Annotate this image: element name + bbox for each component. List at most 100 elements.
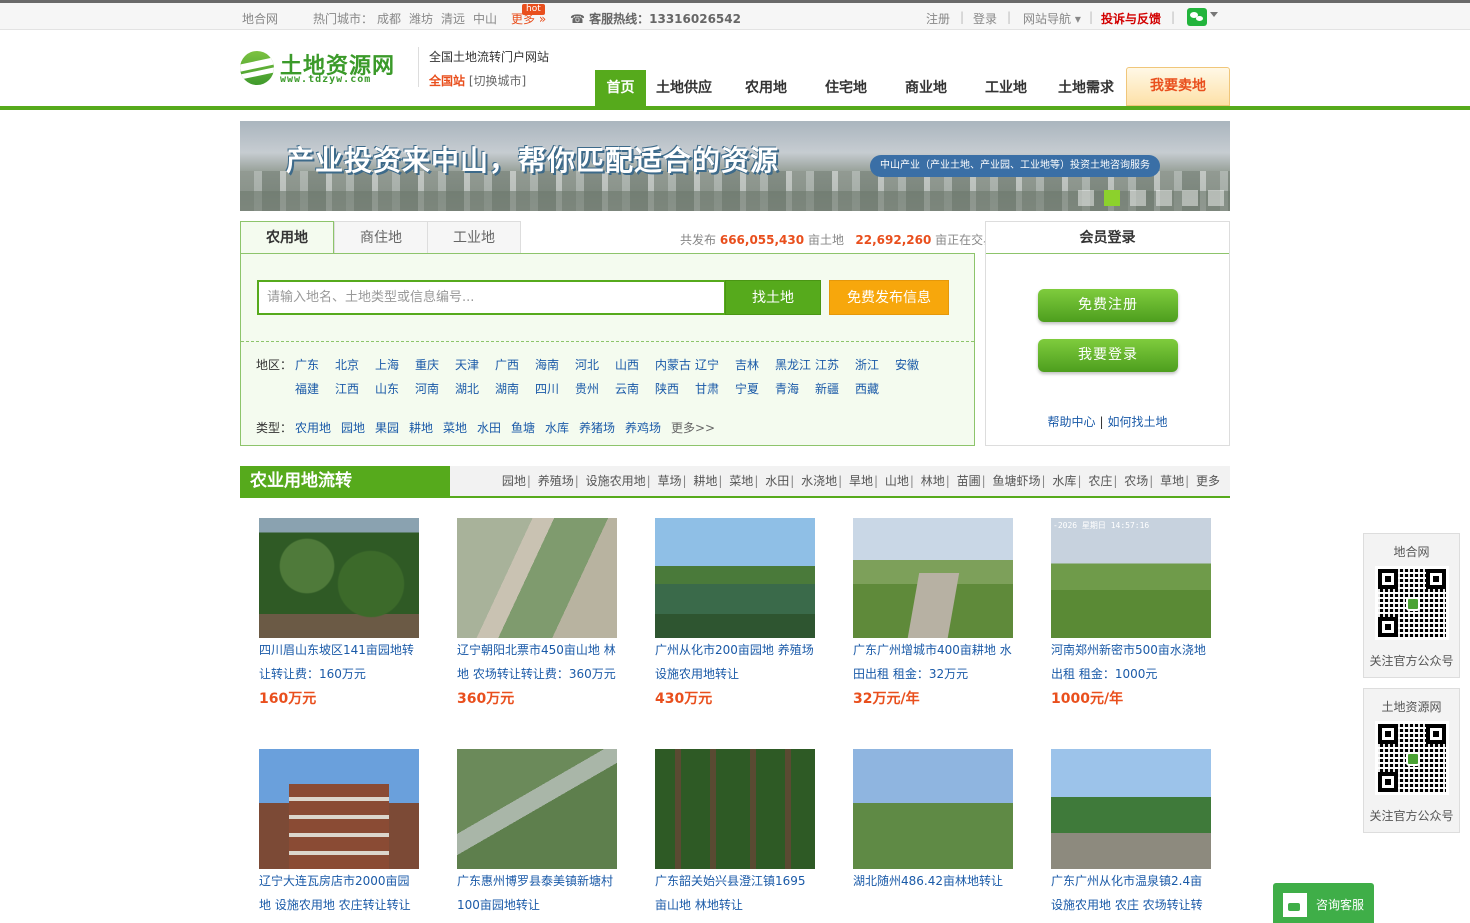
type-link[interactable]: 养猪场 — [579, 419, 615, 436]
free-publish-button[interactable]: 免费发布信息 — [829, 280, 949, 315]
nav-residential[interactable]: 住宅地 — [815, 70, 877, 106]
listing-photo[interactable]: -2026 星期日 14:57:16 — [1051, 518, 1211, 638]
listing-photo[interactable] — [655, 749, 815, 869]
banner-dot-active[interactable] — [1104, 190, 1120, 206]
category-link[interactable]: 设施农用地 — [586, 474, 646, 488]
category-link[interactable]: 水田 — [765, 474, 789, 488]
region-link[interactable]: 江苏 — [815, 356, 839, 373]
types-more-link[interactable]: 更多>> — [671, 419, 715, 436]
region-link[interactable]: 云南 — [615, 380, 639, 397]
login-link[interactable]: 登录 — [973, 10, 997, 27]
region-link[interactable]: 湖北 — [455, 380, 479, 397]
wechat-icon[interactable] — [1187, 8, 1207, 26]
listing-title[interactable]: 广东广州增城市400亩耕地 水田出租 租金：32万元 — [853, 638, 1013, 686]
type-link[interactable]: 农用地 — [295, 419, 331, 436]
region-link[interactable]: 青海 — [775, 380, 799, 397]
switch-city-link[interactable]: [切换城市] — [469, 74, 526, 88]
region-link[interactable]: 福建 — [295, 380, 319, 397]
region-link[interactable]: 北京 — [335, 356, 359, 373]
section-more-link[interactable]: 更多 — [1196, 474, 1220, 488]
tab-farmland[interactable]: 农用地 — [240, 221, 334, 255]
category-link[interactable]: 园地 — [502, 474, 526, 488]
region-link[interactable]: 湖南 — [495, 380, 519, 397]
type-link[interactable]: 果园 — [375, 419, 399, 436]
category-link[interactable]: 林地 — [921, 474, 945, 488]
region-link[interactable]: 黑龙江 — [775, 356, 811, 373]
banner-dot[interactable] — [1130, 190, 1146, 206]
region-link[interactable]: 山西 — [615, 356, 639, 373]
city-link[interactable]: 清远 — [441, 10, 465, 27]
tab-residential-commercial[interactable]: 商住地 — [334, 221, 428, 254]
listing-photo[interactable] — [457, 518, 617, 638]
region-link[interactable]: 宁夏 — [735, 380, 759, 397]
region-link[interactable]: 山东 — [375, 380, 399, 397]
listing-title[interactable]: 四川眉山东坡区141亩园地转让转让费：160万元 — [259, 638, 419, 686]
listing-title[interactable]: 广东惠州博罗县泰美镇新塘村100亩园地转让 — [457, 869, 617, 917]
category-link[interactable]: 水库 — [1052, 474, 1076, 488]
region-link[interactable]: 上海 — [375, 356, 399, 373]
chevron-down-icon[interactable] — [1210, 12, 1218, 17]
consult-service-button[interactable]: 咨询客服 — [1273, 883, 1374, 923]
nav-farmland[interactable]: 农用地 — [735, 70, 797, 106]
listing-title[interactable]: 辽宁朝阳北票市450亩山地 林地 农场转让转让费：360万元 — [457, 638, 617, 686]
region-link[interactable]: 江西 — [335, 380, 359, 397]
listing-photo[interactable] — [259, 518, 419, 638]
region-link[interactable]: 陕西 — [655, 380, 679, 397]
find-land-button[interactable]: 找土地 — [725, 280, 821, 315]
listing-photo[interactable] — [655, 518, 815, 638]
category-link[interactable]: 山地 — [885, 474, 909, 488]
banner-dot[interactable] — [1156, 190, 1172, 206]
region-link[interactable]: 贵州 — [575, 380, 599, 397]
listing-photo[interactable] — [853, 518, 1013, 638]
region-link[interactable]: 浙江 — [855, 356, 879, 373]
city-link[interactable]: 潍坊 — [409, 10, 433, 27]
category-link[interactable]: 农场 — [1124, 474, 1148, 488]
category-link[interactable]: 苗圃 — [957, 474, 981, 488]
more-cities-link[interactable]: 更多 » — [511, 10, 546, 27]
category-link[interactable]: 鱼塘虾场 — [993, 474, 1041, 488]
listing-photo[interactable] — [259, 749, 419, 869]
promo-banner[interactable]: 产业投资来中山，帮你匹配适合的资源 中山产业（产业土地、产业园、工业地等）投资土… — [240, 121, 1230, 211]
region-link[interactable]: 天津 — [455, 356, 479, 373]
search-input[interactable]: 请输入地名、土地类型或信息编号... — [257, 280, 726, 315]
region-link[interactable]: 四川 — [535, 380, 559, 397]
site-nav-dropdown[interactable]: 网站导航 ▾ — [1023, 10, 1081, 27]
region-link[interactable]: 甘肃 — [695, 380, 719, 397]
category-link[interactable]: 草场 — [658, 474, 682, 488]
region-link[interactable]: 海南 — [535, 356, 559, 373]
banner-dot[interactable] — [1078, 190, 1094, 206]
nav-industrial[interactable]: 工业地 — [975, 70, 1037, 106]
tab-industrial[interactable]: 工业地 — [427, 221, 521, 254]
category-link[interactable]: 菜地 — [729, 474, 753, 488]
type-link[interactable]: 养鸡场 — [625, 419, 661, 436]
banner-dot[interactable] — [1182, 190, 1198, 206]
sell-land-button[interactable]: 我要卖地 — [1126, 67, 1230, 106]
free-register-button[interactable]: 免费注册 — [1038, 289, 1178, 322]
nav-commercial[interactable]: 商业地 — [895, 70, 957, 106]
type-link[interactable]: 园地 — [341, 419, 365, 436]
login-button[interactable]: 我要登录 — [1038, 339, 1178, 372]
category-link[interactable]: 水浇地 — [801, 474, 837, 488]
category-link[interactable]: 草地 — [1160, 474, 1184, 488]
nav-home[interactable]: 首页 — [595, 70, 646, 106]
complain-link[interactable]: 投诉与反馈 — [1101, 10, 1161, 27]
region-link[interactable]: 安徽 — [895, 356, 919, 373]
region-link[interactable]: 西藏 — [855, 380, 879, 397]
how-to-find-land-link[interactable]: 如何找土地 — [1108, 415, 1168, 429]
region-link[interactable]: 河南 — [415, 380, 439, 397]
listing-title[interactable]: 湖北随州486.42亩林地转让 — [853, 869, 1013, 917]
region-link[interactable]: 内蒙古 — [655, 356, 691, 373]
type-link[interactable]: 水库 — [545, 419, 569, 436]
listing-title[interactable]: 广东广州从化市温泉镇2.4亩设施农用地 农庄 农场转让转 — [1051, 869, 1211, 917]
listing-title[interactable]: 广东韶关始兴县澄江镇1695亩山地 林地转让 — [655, 869, 815, 917]
type-link[interactable]: 水田 — [477, 419, 501, 436]
region-link[interactable]: 辽宁 — [695, 356, 719, 373]
nav-land-demand[interactable]: 土地需求 — [1053, 70, 1119, 106]
type-link[interactable]: 菜地 — [443, 419, 467, 436]
listing-photo[interactable] — [853, 749, 1013, 869]
category-link[interactable]: 旱地 — [849, 474, 873, 488]
register-link[interactable]: 注册 — [926, 10, 950, 27]
type-link[interactable]: 耕地 — [409, 419, 433, 436]
city-link[interactable]: 成都 — [377, 10, 401, 27]
category-link[interactable]: 养殖场 — [538, 474, 574, 488]
